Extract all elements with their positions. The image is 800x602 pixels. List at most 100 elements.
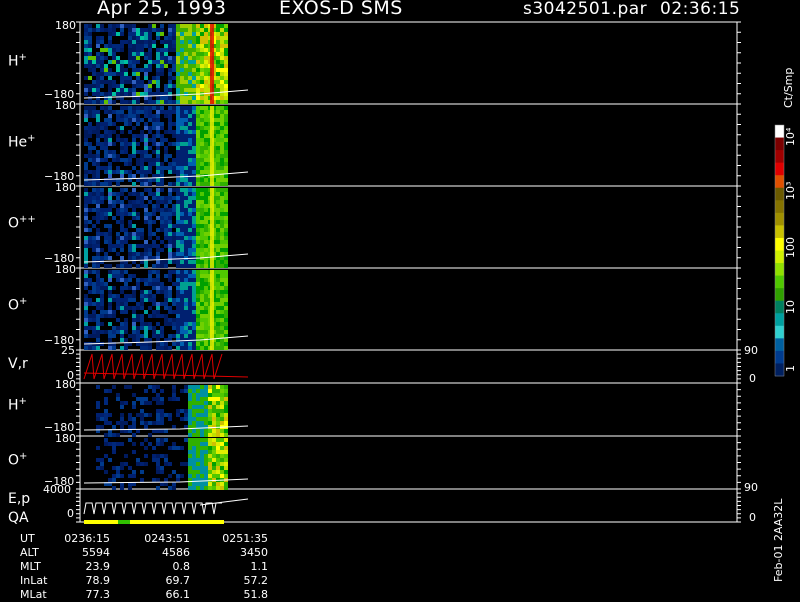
spectrogram-cell [176,290,180,294]
spectrogram-cell [168,244,172,248]
spectrogram-cell [192,405,196,409]
spectrogram-cell [224,232,228,236]
spectrogram-cell [172,282,176,286]
spectrogram-cell [96,228,100,232]
spectrogram-cell [196,470,200,474]
spectrogram-cell [196,322,200,326]
spectrogram-cell [84,252,88,256]
spectrogram-cell [184,196,188,200]
spectrogram-cell [176,28,180,32]
spectrogram-cell [84,40,88,44]
spectrogram-cell [192,438,196,442]
spectrogram-cell [132,28,136,32]
spectrogram-cell [120,114,124,118]
spectrogram-cell [152,106,156,110]
spectrogram-cell [108,270,112,274]
spectrogram-cell [124,118,128,122]
spectrogram-cell [196,474,200,478]
spectrogram-cell [116,244,120,248]
spectrogram-cell [176,474,180,478]
spectrogram-cell [216,142,220,146]
spectrogram-cell [220,450,224,454]
spectrogram-cell [140,48,144,52]
spectrogram-cell [156,264,160,268]
spectrogram-cell [160,290,164,294]
spectrogram-cell [184,282,188,286]
spectrogram-cell [180,60,184,64]
spectrogram-cell [136,114,140,118]
spectrogram-cell [196,80,200,84]
spectrogram-cell [176,80,180,84]
spectrogram-cell [96,252,100,256]
spectrogram-cell [108,322,112,326]
spectrogram-cell [200,334,204,338]
spectrogram-cell [220,260,224,264]
spectrogram-cell [204,28,208,32]
spectrogram-cell [108,389,112,393]
spectrogram-cell [88,110,92,114]
spectrogram-cell [192,260,196,264]
spectrogram-cell [164,212,168,216]
spectrogram-cell [212,458,216,462]
spectrogram-cell [200,322,204,326]
spectrogram-cell [108,224,112,228]
spectrogram-cell [164,110,168,114]
spectrogram-cell [192,52,196,56]
spectrogram-cell [132,425,136,429]
spectrogram-cell [176,212,180,216]
spectrogram-cell [200,442,204,446]
spectrogram-cell [136,196,140,200]
spectrogram-cell [180,204,184,208]
spectrogram-cell [220,413,224,417]
spectrogram-cell [188,232,192,236]
spectrogram-cell [116,68,120,72]
spectrogram-cell [184,40,188,44]
spectrogram-cell [204,334,208,338]
spectrogram-cell [156,122,160,126]
spectrogram-cell [224,228,228,232]
spectrogram-cell [192,96,196,100]
spectrogram-cell [188,40,192,44]
spectrogram-cell [128,334,132,338]
spectrogram-cell [168,40,172,44]
spectrogram-cell [224,450,228,454]
spectrogram-cell [188,393,192,397]
spectrogram-cell [192,220,196,224]
spectrogram-cell [164,138,168,142]
spectrogram-cell [120,417,124,421]
spectrogram-cell [88,88,92,92]
spectrogram-cell [120,192,124,196]
spectrogram-cell [204,298,208,302]
spectrogram-cell [196,342,200,346]
spectrogram-cell [196,150,200,154]
spectrogram-cell [184,110,188,114]
spectrogram-cell [128,100,132,104]
spectrogram-cell [128,298,132,302]
spectrogram-cell [156,110,160,114]
spectrogram-cell [168,122,172,126]
spectrogram-cell [216,114,220,118]
spectrogram-cell [136,462,140,466]
spectrogram-cell [144,310,148,314]
spectrogram-cell [116,470,120,474]
spectrogram-cell [124,462,128,466]
spectrogram-cell [188,260,192,264]
spectrogram-cell [200,294,204,298]
spectrogram-cell [160,170,164,174]
spectrogram-cell [152,314,156,318]
spectrogram-cell [160,64,164,68]
spectrogram-cell [192,458,196,462]
spectrogram-cell [124,170,128,174]
spectrogram-cell [96,256,100,260]
spectrogram-cell [84,248,88,252]
spectrogram-cell [156,106,160,110]
spectrogram-cell [192,126,196,130]
spectrogram-cell [176,220,180,224]
spectrogram-cell [180,32,184,36]
spectrogram-cell [88,314,92,318]
spectrogram-cell [196,442,200,446]
spectrogram-cell [156,170,160,174]
spectrogram-cell [148,346,152,350]
spectrogram-cell [192,224,196,228]
spectrogram-cell [108,170,112,174]
